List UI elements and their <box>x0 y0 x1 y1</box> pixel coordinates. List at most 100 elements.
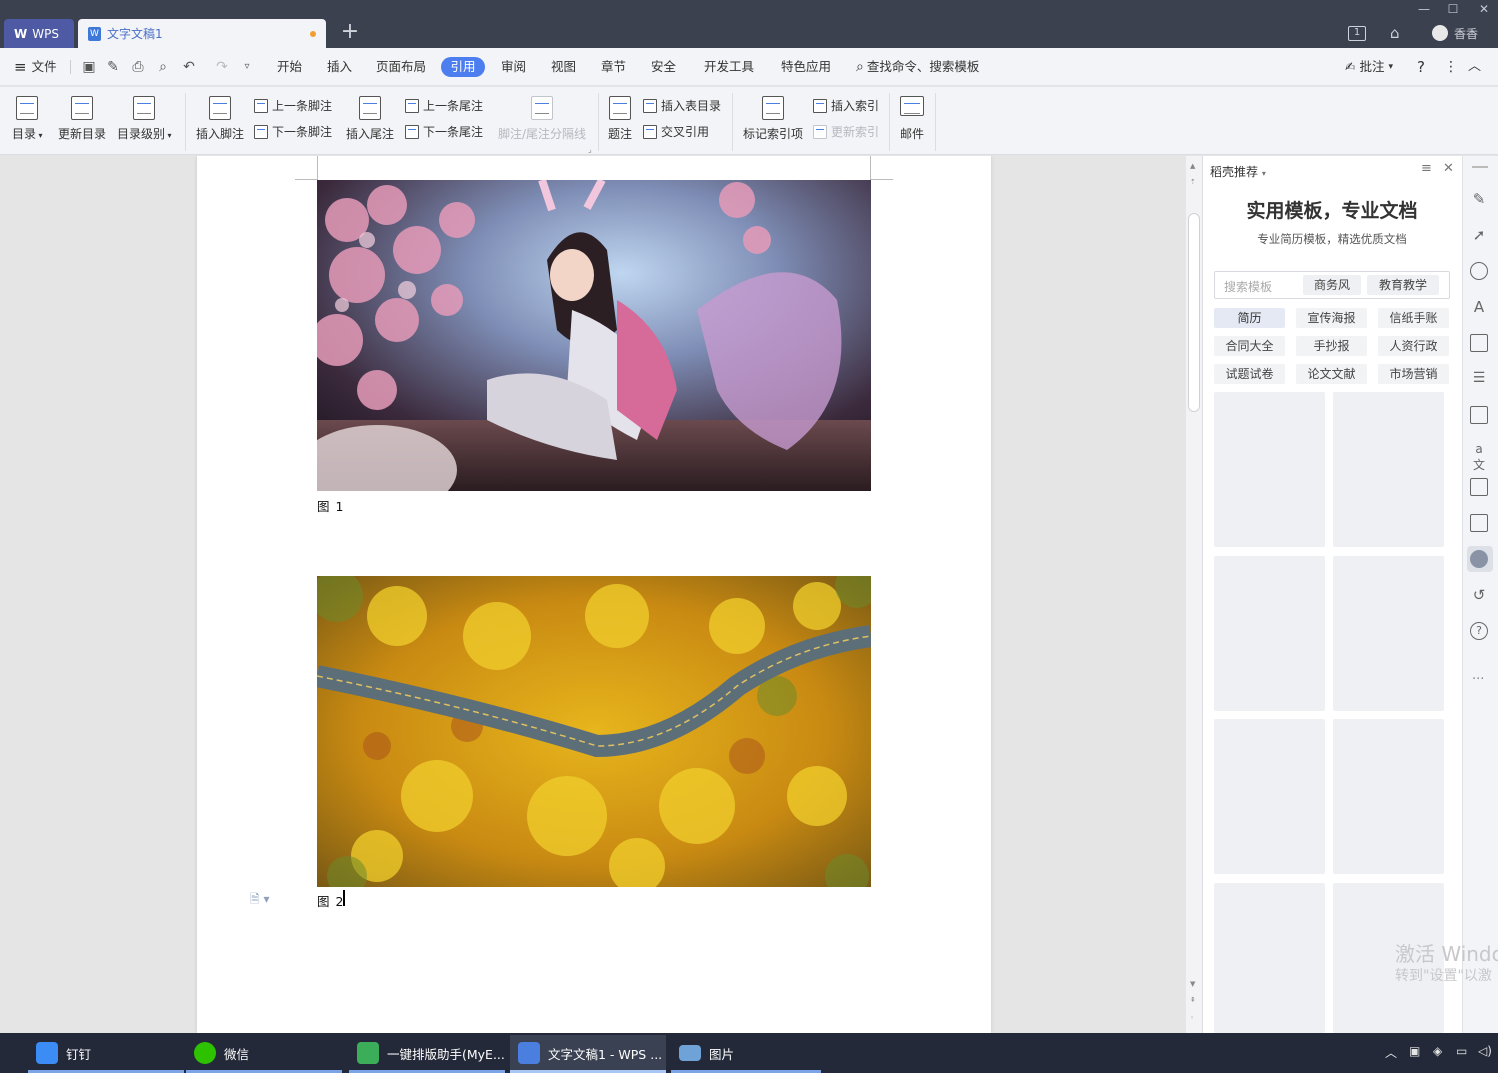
next-endnote-button[interactable]: 下一条尾注 <box>405 123 483 140</box>
wps-home-tab[interactable]: W WPS <box>4 19 74 48</box>
more-options-icon[interactable]: ⋮ <box>1444 57 1458 77</box>
select-cursor-icon[interactable]: ➚ <box>1470 226 1488 244</box>
chip-education[interactable]: 教育教学 <box>1367 275 1439 295</box>
mail-button[interactable]: 邮件 <box>900 96 924 142</box>
template-thumbnail[interactable] <box>1214 556 1325 711</box>
panel-menu-icon[interactable]: ≡ <box>1421 161 1432 176</box>
help-button[interactable]: ? <box>1417 57 1425 77</box>
category-handwritten-newsletter[interactable]: 手抄报 <box>1296 336 1367 356</box>
category-stationery[interactable]: 信纸手账 <box>1378 308 1449 328</box>
tab-references[interactable]: 引用 <box>441 57 485 77</box>
print-icon[interactable]: ⎙ <box>129 58 147 76</box>
minimize-icon[interactable]: — <box>1414 0 1434 18</box>
note-separator-button[interactable]: 脚注/尾注分隔线 <box>498 96 586 142</box>
template-thumbnail[interactable] <box>1214 883 1325 1033</box>
insert-index-button[interactable]: 插入索引 <box>813 97 879 114</box>
prev-page-icon[interactable]: ⇞ <box>1190 996 1196 1004</box>
update-index-button[interactable]: 更新索引 <box>813 123 879 140</box>
figure-1-image[interactable] <box>317 180 871 491</box>
print-preview-icon[interactable]: ⌕ <box>154 58 172 76</box>
tab-developer[interactable]: 开发工具 <box>704 57 754 77</box>
table-icon[interactable] <box>1470 334 1488 352</box>
taskbar-item-dingtalk[interactable]: 钉钉 <box>28 1035 184 1071</box>
maximize-icon[interactable]: ☐ <box>1443 0 1463 18</box>
command-search[interactable]: ⌕ 查找命令、搜索模板 <box>856 57 979 77</box>
chip-business-style[interactable]: 商务风 <box>1303 275 1361 295</box>
category-papers[interactable]: 论文文献 <box>1296 364 1367 384</box>
volume-icon[interactable]: ◁) <box>1478 1044 1492 1058</box>
shapes-icon[interactable] <box>1470 262 1488 280</box>
customize-toolbar-icon[interactable]: ▿ <box>238 58 256 76</box>
update-toc-button[interactable]: 更新目录 <box>58 96 106 142</box>
user-account[interactable]: 香香 <box>1432 22 1478 44</box>
prev-endnote-button[interactable]: 上一条尾注 <box>405 97 483 114</box>
taskbar-item-photos[interactable]: 图片 <box>671 1035 821 1071</box>
save-icon[interactable]: ▣ <box>80 58 98 76</box>
tab-page-layout[interactable]: 页面布局 <box>376 57 426 77</box>
category-exam-papers[interactable]: 试题试卷 <box>1214 364 1285 384</box>
scroll-top-icon[interactable]: ⇡ <box>1190 178 1196 186</box>
mark-index-button[interactable]: 标记索引项 <box>743 96 803 142</box>
tray-shield-icon[interactable]: ◈ <box>1433 1044 1442 1058</box>
tab-chapter[interactable]: 章节 <box>601 57 626 77</box>
collapse-ribbon-icon[interactable]: ︿ <box>1468 57 1481 77</box>
translate-icon[interactable]: a文 <box>1470 442 1488 472</box>
category-contracts[interactable]: 合同大全 <box>1214 336 1285 356</box>
caption-button[interactable]: 题注 <box>608 96 632 142</box>
category-hr-admin[interactable]: 人资行政 <box>1378 336 1449 356</box>
paste-options-icon[interactable]: 🗎 ▾ <box>250 890 270 911</box>
undo-icon[interactable]: ↶ <box>180 58 198 76</box>
toc-button[interactable]: 目录 ▾ <box>12 96 43 142</box>
file-menu[interactable]: ≡ 文件 <box>14 57 57 77</box>
scroll-up-icon[interactable]: ▲ <box>1190 162 1195 170</box>
new-tab-button[interactable]: + <box>340 18 360 46</box>
template-thumbnail[interactable] <box>1333 719 1444 874</box>
prev-footnote-button[interactable]: 上一条脚注 <box>254 97 332 114</box>
taskbar-item-wechat[interactable]: 微信 <box>186 1035 342 1071</box>
drag-handle[interactable] <box>1472 166 1488 168</box>
close-window-icon[interactable]: ✕ <box>1474 0 1494 18</box>
toc-level-button[interactable]: 目录级别 ▾ <box>117 96 172 142</box>
insert-table-toc-button[interactable]: 插入表目录 <box>643 97 721 114</box>
skin-icon[interactable]: ⌂ <box>1390 22 1400 44</box>
text-style-icon[interactable]: A <box>1470 298 1488 316</box>
next-footnote-button[interactable]: 下一条脚注 <box>254 123 332 140</box>
next-page-icon[interactable]: ◦ <box>1190 1014 1194 1022</box>
template-thumbnail[interactable] <box>1333 392 1444 547</box>
document-tab[interactable]: W 文字文稿1 <box>78 19 326 48</box>
figure-1-caption[interactable]: 图 1 <box>317 496 344 515</box>
figure-2-caption[interactable]: 图 2 <box>317 891 344 910</box>
category-marketing[interactable]: 市场营销 <box>1378 364 1449 384</box>
insert-endnote-button[interactable]: 插入尾注 <box>346 96 394 142</box>
figure-2-image[interactable] <box>317 576 871 887</box>
format-painter-icon[interactable]: ✎ <box>104 58 122 76</box>
document-search-icon[interactable] <box>1470 406 1488 424</box>
pen-icon[interactable]: ✎ <box>1470 190 1488 208</box>
template-thumbnail[interactable] <box>1333 556 1444 711</box>
taskbar-item-myeditor[interactable]: 一键排版助手(MyE... <box>349 1035 505 1071</box>
archive-icon[interactable] <box>1470 478 1488 496</box>
category-resume[interactable]: 简历 <box>1214 308 1285 328</box>
insert-footnote-button[interactable]: 插入脚注 <box>196 96 244 142</box>
tab-review[interactable]: 审阅 <box>501 57 526 77</box>
question-icon[interactable]: ? <box>1470 622 1488 640</box>
tab-home[interactable]: 开始 <box>277 57 302 77</box>
cross-reference-button[interactable]: 交叉引用 <box>643 123 709 140</box>
network-icon[interactable]: ▭ <box>1456 1044 1467 1058</box>
panel-header[interactable]: 稻壳推荐 ▾ <box>1210 163 1266 180</box>
taskbar-item-wps[interactable]: 文字文稿1 - WPS ... <box>510 1035 666 1071</box>
tab-security[interactable]: 安全 <box>651 57 676 77</box>
comment-button[interactable]: ✍ 批注 ▾ <box>1345 57 1393 77</box>
redo-icon[interactable]: ↷ <box>213 58 231 76</box>
tray-expand-icon[interactable]: ︿ <box>1385 1044 1397 1061</box>
tab-view[interactable]: 视图 <box>551 57 576 77</box>
template-thumbnail[interactable] <box>1214 719 1325 874</box>
dialog-launcher-icon[interactable]: ⌟ <box>588 145 592 154</box>
scrollbar-thumb[interactable] <box>1188 213 1200 412</box>
template-thumbnail[interactable] <box>1214 392 1325 547</box>
tray-app-icon[interactable]: ▣ <box>1409 1044 1420 1058</box>
image-icon[interactable] <box>1470 514 1488 532</box>
window-count-badge[interactable]: 1 <box>1348 22 1366 44</box>
scroll-down-icon[interactable]: ▼ <box>1190 980 1195 988</box>
more-tools-icon[interactable]: ··· <box>1472 672 1484 687</box>
